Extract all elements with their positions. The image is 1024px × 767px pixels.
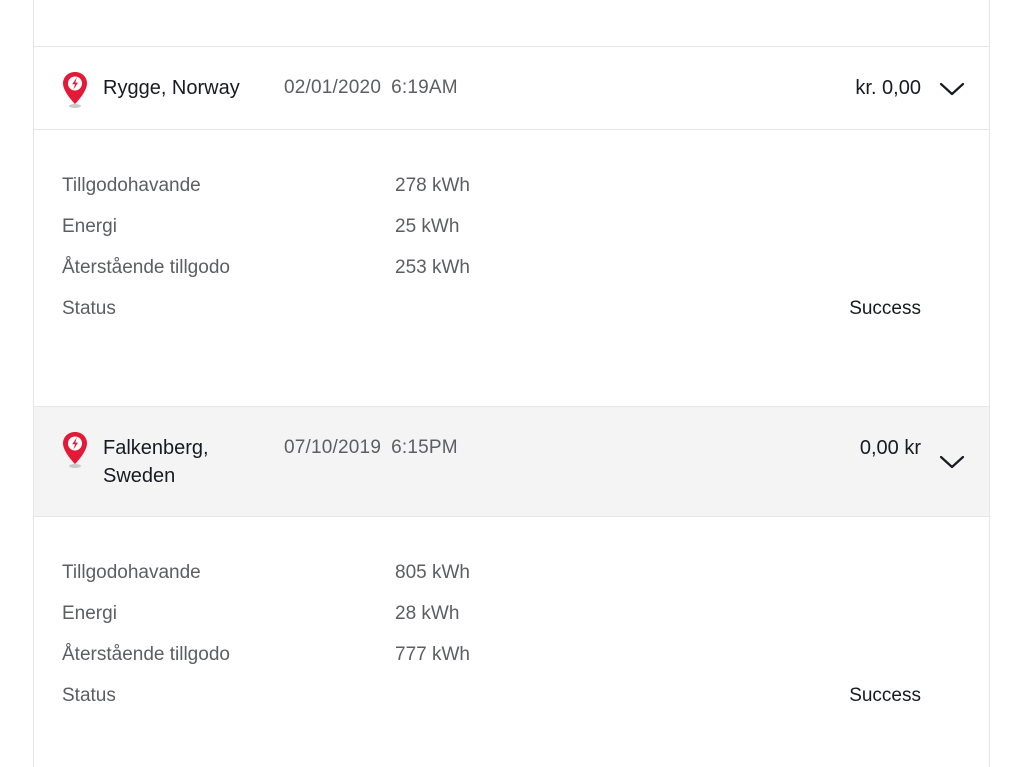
- session-date: 07/10/2019: [284, 437, 382, 458]
- session-datetime: 02/01/2020 6:19AM: [284, 74, 458, 102]
- detail-value: 253 kWh: [395, 257, 470, 278]
- status-value: Success: [849, 685, 921, 706]
- supercharger-pin-icon: [63, 72, 87, 108]
- session-datetime: 07/10/2019 6:15PM: [284, 434, 458, 462]
- supercharger-pin-icon: [63, 432, 87, 468]
- chevron-down-icon[interactable]: [939, 81, 965, 97]
- detail-label: Status: [62, 298, 116, 319]
- detail-label: Energi: [62, 216, 117, 237]
- detail-value: 28 kWh: [395, 603, 460, 624]
- session-amount: kr. 0,00: [855, 77, 921, 99]
- detail-value: 805 kWh: [395, 562, 470, 583]
- detail-label: Återstående tillgodo: [62, 257, 230, 278]
- charging-history-panel: Rygge, Norway 02/01/2020 6:19AM kr. 0,00 …: [33, 0, 990, 767]
- status-value: Success: [849, 298, 921, 319]
- detail-row-energy: Energi 25 kWh: [62, 213, 921, 241]
- session-time: 6:15PM: [391, 437, 458, 458]
- detail-row-balance: Tillgodohavande 278 kWh: [62, 172, 921, 200]
- session-header-rygge[interactable]: Rygge, Norway 02/01/2020 6:19AM kr. 0,00: [34, 47, 989, 130]
- session-date: 02/01/2020: [284, 77, 382, 98]
- detail-label: Energi: [62, 603, 117, 624]
- session-location: Rygge, Norway: [103, 77, 240, 99]
- detail-label: Återstående tillgodo: [62, 644, 230, 665]
- session-amount: 0,00 kr: [859, 437, 921, 459]
- detail-label: Status: [62, 685, 116, 706]
- detail-row-status: Status Success: [62, 682, 921, 710]
- chevron-down-icon[interactable]: [939, 454, 965, 470]
- detail-label: Tillgodohavande: [62, 562, 201, 583]
- detail-row-energy: Energi 28 kWh: [62, 600, 921, 628]
- detail-value: 25 kWh: [395, 216, 460, 237]
- session-location: Falkenberg, Sweden: [103, 437, 209, 487]
- session-details-falkenberg: Tillgodohavande 805 kWh Energi 28 kWh Åt…: [34, 518, 989, 767]
- detail-label: Tillgodohavande: [62, 175, 201, 196]
- detail-value: 777 kWh: [395, 644, 470, 665]
- detail-row-remaining: Återstående tillgodo 253 kWh: [62, 254, 921, 282]
- detail-row-remaining: Återstående tillgodo 777 kWh: [62, 641, 921, 669]
- detail-value: 278 kWh: [395, 175, 470, 196]
- detail-row-balance: Tillgodohavande 805 kWh: [62, 559, 921, 587]
- session-details-rygge: Tillgodohavande 278 kWh Energi 25 kWh Åt…: [34, 131, 989, 406]
- detail-row-status: Status Success: [62, 295, 921, 323]
- session-time: 6:19AM: [391, 77, 458, 98]
- session-header-falkenberg[interactable]: Falkenberg, Sweden 07/10/2019 6:15PM 0,00…: [34, 406, 989, 517]
- previous-session-details: [34, 0, 989, 47]
